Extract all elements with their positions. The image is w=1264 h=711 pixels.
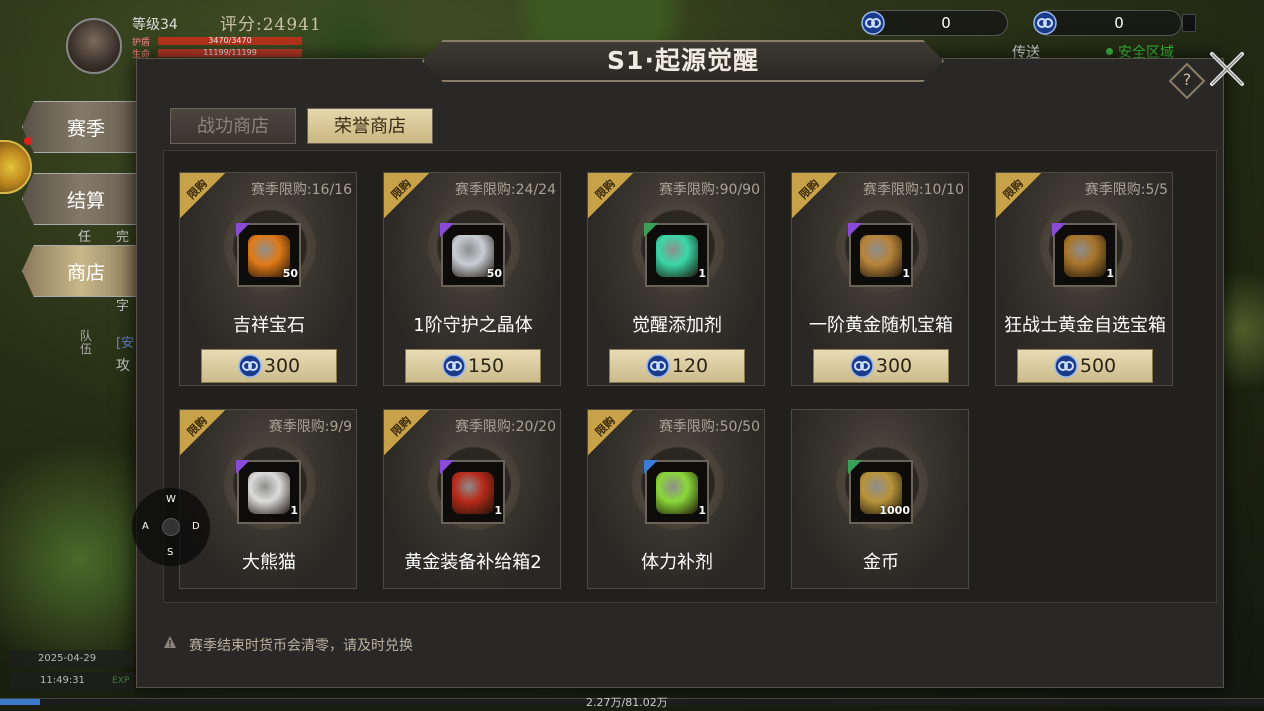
limited-ribbon: [384, 173, 442, 223]
side-tab-season[interactable]: 赛季: [22, 101, 140, 153]
joystick-key-a: A: [142, 521, 149, 532]
quest-text: 字: [116, 299, 130, 314]
life-bar: 生命 11199/11199: [132, 48, 302, 60]
help-icon[interactable]: ?: [1180, 70, 1194, 89]
joystick-key-s: S: [167, 547, 174, 558]
item-name: 一阶黄金随机宝箱: [809, 315, 953, 336]
purchase-limit: 赛季限购:24/24: [454, 182, 556, 198]
item-price: 300: [263, 355, 301, 377]
shop-item-card[interactable]: 50 限购 赛季限购:24/24 1阶守护之晶体 150: [383, 172, 561, 386]
safe-zone-dot-icon: [1106, 48, 1113, 55]
purchase-limit: 赛季限购:50/50: [658, 419, 760, 435]
buy-button[interactable]: 500: [1017, 349, 1153, 383]
shop-item-card[interactable]: 1 限购 赛季限购:50/50 体力补剂: [587, 409, 765, 589]
limited-ribbon: [588, 410, 646, 460]
currency-1-value: 0: [941, 14, 951, 32]
honor-coin-icon: [850, 354, 874, 378]
limited-ribbon: [588, 173, 646, 223]
purchase-limit: 赛季限购:9/9: [268, 419, 352, 435]
item-name: 大熊猫: [242, 552, 296, 573]
item-name: 1阶守护之晶体: [413, 315, 533, 336]
item-name: 体力补剂: [641, 552, 713, 573]
shop-item-card[interactable]: 1 限购 赛季限购:20/20 黄金装备补给箱2: [383, 409, 561, 589]
exp-value: 2.27万/81.02万: [586, 696, 668, 709]
limited-ribbon: [180, 173, 238, 223]
item-name: 金币: [863, 552, 899, 573]
honor-coin-icon: [861, 11, 885, 35]
item-price: 120: [671, 355, 709, 377]
shop-item-card[interactable]: 1000 金币: [791, 409, 969, 589]
currency-1[interactable]: 0: [861, 10, 1008, 36]
item-quantity: 1: [698, 504, 706, 517]
purchase-limit: 赛季限购:20/20: [454, 419, 556, 435]
side-tab-settlement[interactable]: 结算: [22, 173, 140, 225]
limited-ribbon: [180, 410, 238, 460]
limited-ribbon: [792, 173, 850, 223]
shop-item-card[interactable]: 1 限购 赛季限购:90/90 觉醒添加剂 120: [587, 172, 765, 386]
item-price: 150: [467, 355, 505, 377]
item-quantity: 1: [902, 267, 910, 280]
tab-honor-shop[interactable]: 荣誉商店: [307, 108, 433, 144]
item-quantity: 50: [486, 267, 502, 280]
item-quantity: 1: [1106, 267, 1114, 280]
buy-button[interactable]: 300: [813, 349, 949, 383]
buy-button[interactable]: 300: [201, 349, 337, 383]
item-quantity: 1000: [879, 504, 910, 517]
team-label: 队伍: [80, 329, 93, 356]
hud-extra-slot: [1182, 14, 1196, 32]
buy-button[interactable]: 150: [405, 349, 541, 383]
item-quantity: 50: [282, 267, 298, 280]
purchase-limit: 赛季限购:10/10: [862, 182, 964, 198]
item-quantity: 1: [290, 504, 298, 517]
quest-text: 任: [78, 230, 92, 245]
close-icon[interactable]: [1208, 50, 1246, 88]
notification-dot-icon: [24, 137, 32, 145]
exp-label: EXP: [112, 676, 130, 686]
player-score: 评分:24941: [220, 15, 322, 35]
season-notice: 赛季结束时货币会清零，请及时兑换: [189, 638, 413, 654]
honor-coin-icon: [238, 354, 262, 378]
item-name: 狂战士黄金自选宝箱: [1004, 315, 1166, 336]
item-price: 500: [1079, 355, 1117, 377]
buy-button[interactable]: 120: [609, 349, 745, 383]
life-value: 11199/11199: [158, 49, 302, 57]
honor-coin-icon: [442, 354, 466, 378]
date-display: 2025-04-29: [10, 650, 134, 668]
purchase-limit: 赛季限购:90/90: [658, 182, 760, 198]
player-level: 等级34: [132, 17, 178, 33]
modal-title: S1·起源觉醒: [607, 46, 759, 75]
quest-text: [安: [116, 336, 135, 351]
item-price: 300: [875, 355, 913, 377]
purchase-limit: 赛季限购:16/16: [250, 182, 352, 198]
exp-bar-fill: [0, 699, 40, 705]
honor-coin-icon: [1033, 11, 1057, 35]
joystick-knob[interactable]: [162, 518, 180, 536]
honor-coin-icon: [1054, 354, 1078, 378]
limited-ribbon: [384, 410, 442, 460]
item-quantity: 1: [494, 504, 502, 517]
item-quantity: 1: [698, 267, 706, 280]
quest-text: 攻: [116, 358, 130, 374]
shop-item-card[interactable]: 1 限购 赛季限购:10/10 一阶黄金随机宝箱 300: [791, 172, 969, 386]
shield-bar: 护盾 3470/3470: [132, 36, 302, 48]
item-name: 黄金装备补给箱2: [404, 552, 542, 573]
quest-text: 完: [116, 230, 130, 245]
currency-2-value: 0: [1114, 14, 1124, 32]
shop-item-card[interactable]: 50 限购 赛季限购:16/16 吉祥宝石 300: [179, 172, 357, 386]
item-name: 觉醒添加剂: [632, 315, 722, 336]
item-name: 吉祥宝石: [233, 315, 305, 336]
purchase-limit: 赛季限购:5/5: [1084, 182, 1168, 198]
joystick-key-d: D: [192, 521, 200, 532]
warning-icon: [164, 636, 176, 648]
player-avatar[interactable]: [66, 18, 122, 74]
shop-item-card[interactable]: 1 限购 赛季限购:9/9 大熊猫: [179, 409, 357, 589]
currency-2[interactable]: 0: [1033, 10, 1182, 36]
joystick-key-w: W: [166, 494, 176, 505]
tab-merit-shop[interactable]: 战功商店: [170, 108, 296, 144]
shield-value: 3470/3470: [158, 37, 302, 45]
shop-item-card[interactable]: 1 限购 赛季限购:5/5 狂战士黄金自选宝箱 500: [995, 172, 1173, 386]
honor-coin-icon: [646, 354, 670, 378]
limited-ribbon: [996, 173, 1054, 223]
side-tab-shop[interactable]: 商店: [22, 245, 140, 297]
